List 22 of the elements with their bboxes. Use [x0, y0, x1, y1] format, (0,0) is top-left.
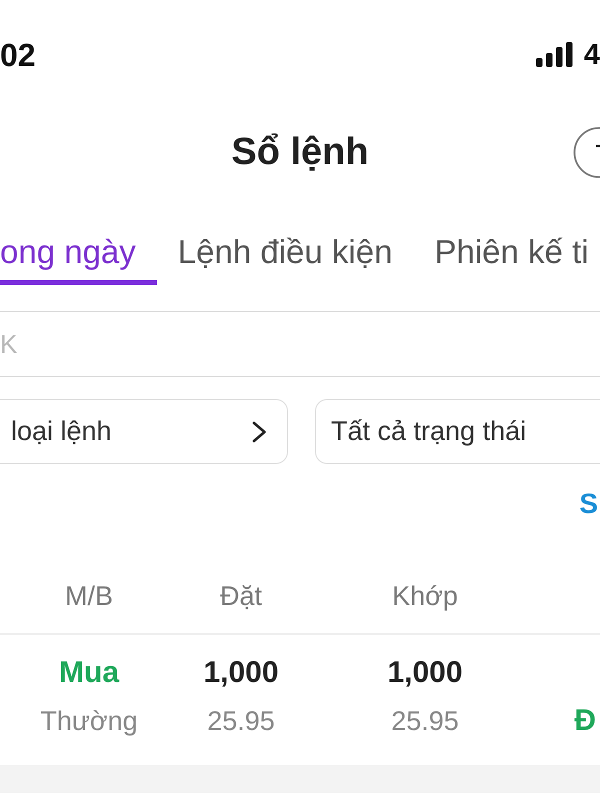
price: 25.95 — [207, 705, 275, 738]
tab[interactable]: Lệnh điều kiện — [156, 195, 414, 285]
tab[interactable]: Phiên kế ti — [413, 195, 600, 285]
page-title: Sổ lệnh — [231, 130, 369, 175]
quantity: 1,000 — [387, 655, 463, 691]
column-header: Đặt — [220, 580, 262, 613]
network-label: 4 — [584, 38, 600, 72]
filter-dropdown[interactable]: Tất cả trạng thái — [315, 399, 600, 464]
order-type: Thường — [40, 705, 138, 738]
round-button-icon[interactable] — [573, 126, 600, 178]
link[interactable]: S — [579, 484, 600, 524]
signal-icon — [536, 42, 573, 67]
side-label: Mua — [59, 655, 119, 691]
tab[interactable]: ong ngày — [0, 195, 157, 285]
status-label: Đ — [574, 703, 597, 739]
column-header: Khớp — [392, 580, 458, 613]
quantity: 1,000 — [203, 655, 279, 691]
chevron-right-icon — [252, 420, 267, 442]
price: 25.95 — [391, 705, 459, 738]
status-time: 02 — [0, 36, 36, 72]
column-header: M/B — [64, 580, 113, 613]
filter-dropdown[interactable]: loại lệnh — [0, 399, 288, 464]
